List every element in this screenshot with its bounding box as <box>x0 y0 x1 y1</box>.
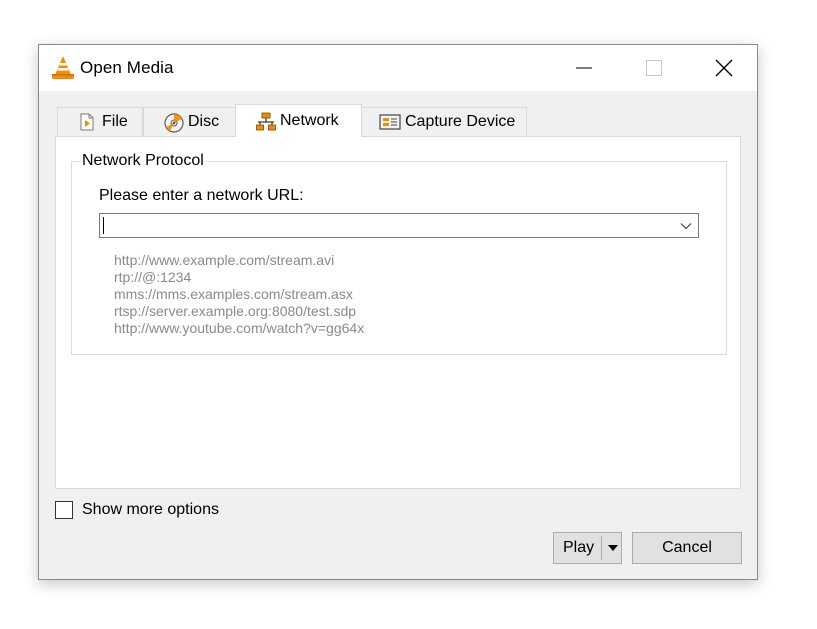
tab-disc[interactable]: Disc <box>143 107 236 136</box>
cancel-button-label: Cancel <box>662 539 712 556</box>
url-example: rtp://@:1234 <box>114 269 192 285</box>
maximize-icon <box>646 60 662 76</box>
url-example: mms://mms.examples.com/stream.asx <box>114 286 353 302</box>
disc-icon <box>164 113 184 133</box>
title-bar[interactable]: Open Media <box>39 45 757 91</box>
vlc-cone-icon <box>51 55 75 81</box>
show-more-options-checkbox[interactable] <box>55 501 73 519</box>
tab-network-label: Network <box>280 112 339 129</box>
close-icon <box>715 59 733 77</box>
show-more-options-row[interactable]: Show more options <box>55 501 219 519</box>
triangle-down-icon <box>608 545 618 551</box>
url-examples: http://www.example.com/stream.avi rtp://… <box>114 252 364 337</box>
capture-device-icon <box>379 113 401 131</box>
play-button-label: Play <box>563 539 595 556</box>
network-protocol-group: Network Protocol Please enter a network … <box>71 152 727 355</box>
group-title: Network Protocol <box>80 152 207 170</box>
network-tab-panel: Network Protocol Please enter a network … <box>55 136 741 489</box>
tab-file-label: File <box>102 113 128 130</box>
network-url-input[interactable] <box>100 214 670 237</box>
cancel-button[interactable]: Cancel <box>632 532 742 564</box>
minimize-button[interactable] <box>561 45 607 91</box>
file-play-icon <box>78 113 96 131</box>
open-media-dialog: Open Media File Disc Network Capture Dev… <box>38 44 758 580</box>
play-split-divider <box>601 536 602 560</box>
tab-capture-device-label: Capture Device <box>405 113 516 130</box>
play-options-dropdown[interactable] <box>605 533 621 563</box>
url-example: rtsp://server.example.org:8080/test.sdp <box>114 303 357 319</box>
network-url-combobox[interactable] <box>99 213 699 238</box>
tab-disc-label: Disc <box>188 113 220 130</box>
tab-network[interactable]: Network <box>235 104 362 137</box>
chevron-down-icon <box>680 222 692 229</box>
maximize-button[interactable] <box>631 45 677 91</box>
url-label: Please enter a network URL: <box>99 187 304 204</box>
tab-file[interactable]: File <box>57 107 143 136</box>
tab-capture-device[interactable]: Capture Device <box>361 107 527 136</box>
play-button[interactable]: Play <box>553 532 622 564</box>
url-example: http://www.example.com/stream.avi <box>114 252 335 268</box>
network-icon <box>256 112 276 131</box>
url-example: http://www.youtube.com/watch?v=gg64x <box>114 320 365 336</box>
show-more-options-label[interactable]: Show more options <box>82 501 219 519</box>
window-title: Open Media <box>80 58 174 77</box>
close-button[interactable] <box>701 45 747 91</box>
minimize-icon <box>576 67 592 69</box>
text-caret <box>103 217 104 234</box>
url-dropdown-button[interactable] <box>676 214 696 237</box>
